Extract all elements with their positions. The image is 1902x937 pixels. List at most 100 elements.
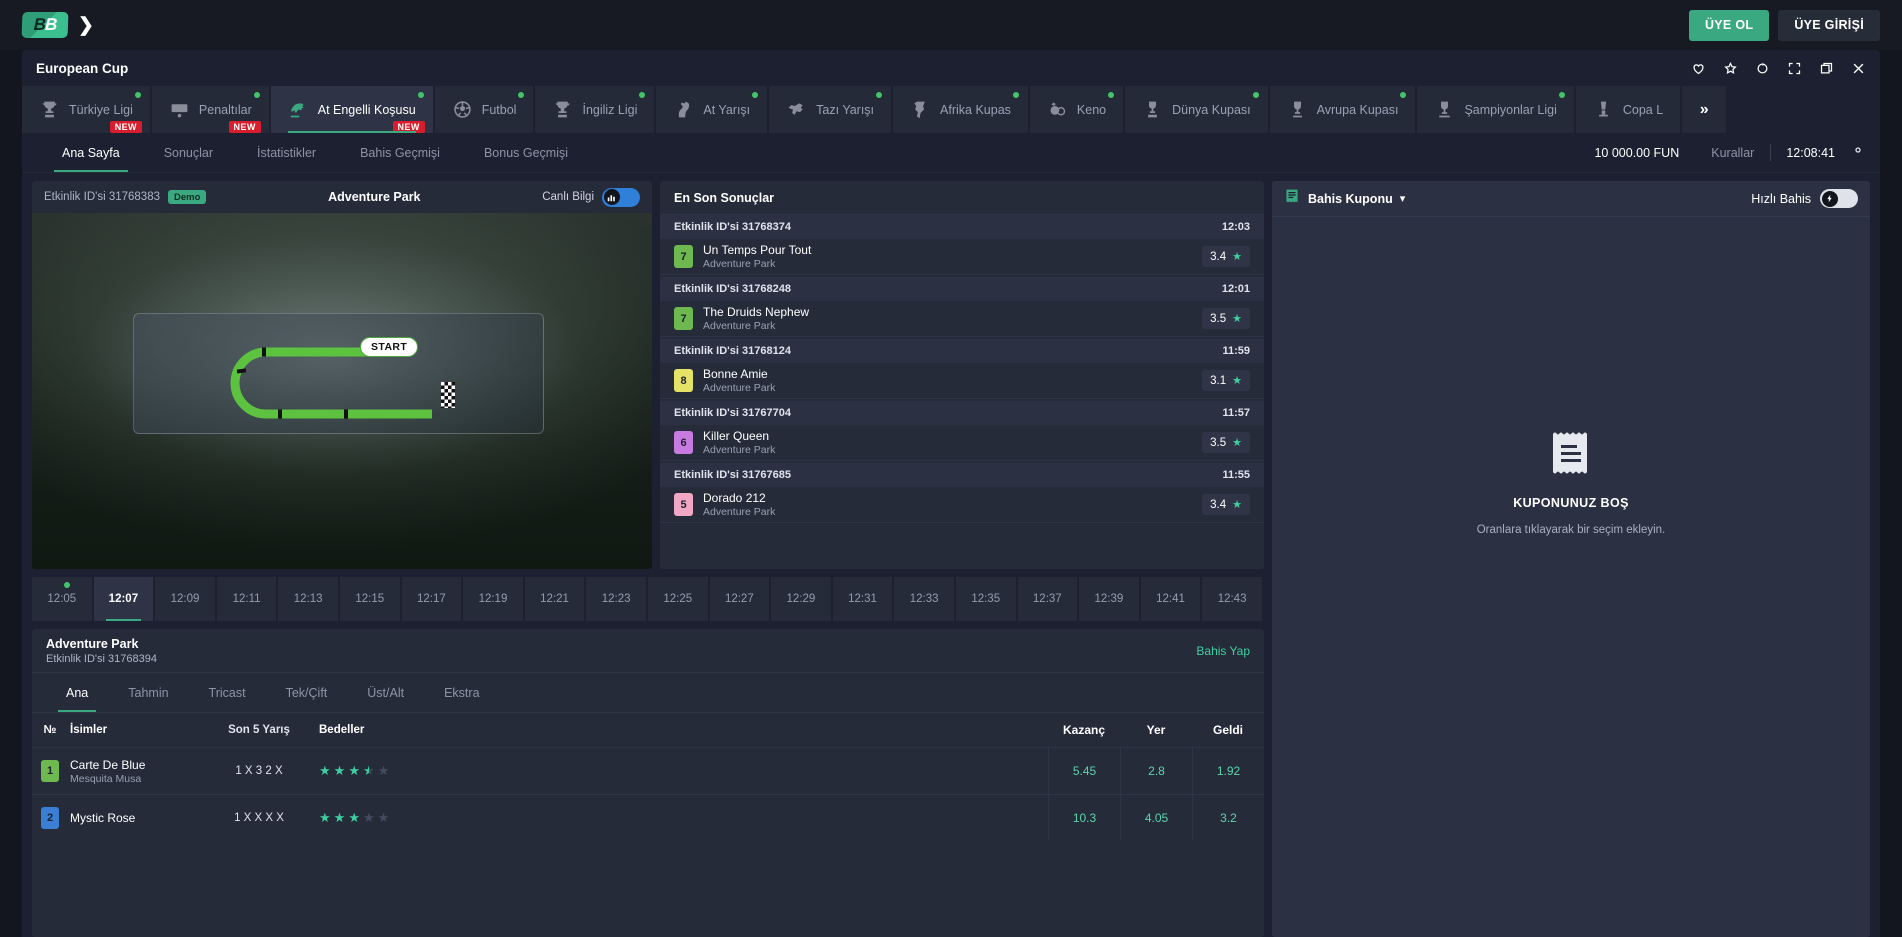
sport-tab-penalt-lar[interactable]: Penaltılar NEW xyxy=(151,86,269,133)
odds-place-button[interactable]: 4.05 xyxy=(1120,795,1192,841)
timeline-slot[interactable]: 12:25 xyxy=(647,577,708,621)
bet-slip-empty-state: KUPONUNUZ BOŞ Oranlara tıklayarak bir se… xyxy=(1272,217,1870,937)
odds-chip[interactable]: 3.4 ★ xyxy=(1202,246,1250,267)
tab-i-statistikler[interactable]: İstatistikler xyxy=(235,133,338,172)
refresh-icon[interactable] xyxy=(1755,61,1770,76)
live-info-toggle[interactable] xyxy=(602,187,641,207)
close-icon[interactable] xyxy=(1851,61,1866,76)
odds-chip[interactable]: 3.4 ★ xyxy=(1202,494,1250,515)
timeline-time: 12:43 xyxy=(1217,593,1247,605)
timeline-slot[interactable]: 12:43 xyxy=(1202,577,1262,621)
new-badge: NEW xyxy=(109,121,142,133)
race-card-title: Adventure Park xyxy=(46,636,139,651)
star-icon[interactable] xyxy=(1723,61,1738,76)
race-card-tab-ana[interactable]: Ana xyxy=(46,673,108,712)
race-card-tab-tek-ift[interactable]: Tek/Çift xyxy=(266,673,348,712)
odds-chip[interactable]: 3.5 ★ xyxy=(1202,308,1250,329)
tab-ana-sayfa[interactable]: Ana Sayfa xyxy=(40,133,142,172)
race-video-stream[interactable]: START xyxy=(32,213,652,569)
timeline-slot[interactable]: 12:27 xyxy=(709,577,770,621)
table-header-row: № İsimler Son 5 Yarış Bedeller Kazanç Ye… xyxy=(32,713,1264,747)
timeline-slot[interactable]: 12:19 xyxy=(463,577,523,621)
sport-tab-afrika-kupas[interactable]: Afrika Kupas xyxy=(893,86,1028,133)
runner-track: Adventure Park xyxy=(703,258,776,270)
odds-chip[interactable]: 3.1 ★ xyxy=(1202,370,1250,391)
race-card-tab-st-alt[interactable]: Üst/Alt xyxy=(347,673,424,712)
timeline-time: 12:29 xyxy=(786,593,816,605)
timeline-slot[interactable]: 12:21 xyxy=(524,577,585,621)
rules-link[interactable]: Kurallar xyxy=(1695,146,1770,160)
goal-icon xyxy=(169,99,190,120)
sport-tab-ampiyonlar-ligi[interactable]: Şampiyonlar Ligi xyxy=(1417,86,1574,133)
sport-tab-i-ngiliz-ligi[interactable]: İngiliz Ligi xyxy=(535,86,655,133)
sport-tabs-next-icon[interactable]: » xyxy=(1682,86,1727,133)
live-info-toggle-group: Canlı Bilgi xyxy=(542,187,641,207)
timeline-slot[interactable]: 12:11 xyxy=(216,577,277,621)
race-card-tab-tahmin[interactable]: Tahmin xyxy=(108,673,188,712)
race-card-table: № İsimler Son 5 Yarış Bedeller Kazanç Ye… xyxy=(32,713,1264,937)
sport-tab-avrupa-kupas[interactable]: Avrupa Kupası xyxy=(1269,86,1416,133)
odds-came-button[interactable]: 3.2 xyxy=(1192,795,1264,841)
odds-chip[interactable]: 3.5 ★ xyxy=(1202,432,1250,453)
heart-icon[interactable] xyxy=(1691,61,1706,76)
place-bet-link[interactable]: Bahis Yap xyxy=(1196,644,1250,658)
login-button[interactable]: ÜYE GİRİŞİ xyxy=(1778,9,1880,41)
live-dot-indicator xyxy=(417,92,424,98)
tab-bahis-ge-mi-i[interactable]: Bahis Geçmişi xyxy=(338,133,462,172)
table-row[interactable]: 2 Mystic Rose 1 X X X X ★ ★ ★ ★ ★ 10.3 4.05 … xyxy=(32,794,1264,841)
odds-win-button[interactable]: 10.3 xyxy=(1048,795,1120,841)
tab-sonu-lar[interactable]: Sonuçlar xyxy=(142,133,235,172)
chevron-right-icon[interactable]: ❯ xyxy=(78,14,94,37)
sport-tab-keno[interactable]: Keno xyxy=(1029,86,1124,133)
timeline-slot[interactable]: 12:37 xyxy=(1017,577,1078,621)
chevron-down-icon[interactable]: ▾ xyxy=(1400,192,1406,205)
col-header-win: Kazanç xyxy=(1062,723,1106,737)
timeline-time: 12:07 xyxy=(108,593,139,605)
signup-button[interactable]: ÜYE OL xyxy=(1688,9,1770,41)
runner-name: The Druids Nephew xyxy=(703,305,810,319)
timeline-slot[interactable]: 12:41 xyxy=(1140,577,1201,621)
bet-slip-header: Bahis Kuponu ▾ Hızlı Bahis xyxy=(1272,181,1870,217)
result-row[interactable]: 7 Un Temps Pour Tout Adventure Park 3.4 … xyxy=(660,239,1264,275)
odds-place-button[interactable]: 2.8 xyxy=(1120,748,1192,794)
timeline-slot[interactable]: 12:35 xyxy=(955,577,1016,621)
result-row[interactable]: 6 Killer Queen Adventure Park 3.5 ★ xyxy=(660,425,1264,461)
odds-came-button[interactable]: 1.92 xyxy=(1192,748,1264,794)
sport-tab-t-rkiye-ligi[interactable]: Türkiye Ligi NEW xyxy=(22,86,150,133)
sport-tab-at-yar[interactable]: At Yarışı xyxy=(656,86,768,133)
live-dot-indicator xyxy=(253,92,260,98)
timeline-slot[interactable]: 12:23 xyxy=(586,577,646,621)
timeline-slot[interactable]: 12:09 xyxy=(155,577,215,621)
rating-star: ★ xyxy=(319,810,331,825)
timeline-slot[interactable]: 12:31 xyxy=(832,577,893,621)
sport-tab-taz-yar[interactable]: Tazı Yarışı xyxy=(769,86,892,133)
timeline-slot[interactable]: 12:07 xyxy=(93,577,154,621)
result-row[interactable]: 5 Dorado 212 Adventure Park 3.4 ★ xyxy=(660,487,1264,523)
timeline-slot[interactable]: 12:13 xyxy=(278,577,338,621)
timeline-slot[interactable]: 12:05 xyxy=(32,577,92,621)
timeline-time: 12:13 xyxy=(293,593,323,605)
timeline-slot[interactable]: 12:17 xyxy=(401,577,462,621)
window-icon[interactable] xyxy=(1819,61,1834,76)
odds-win-button[interactable]: 5.45 xyxy=(1048,748,1120,794)
race-card-tab-ekstra[interactable]: Ekstra xyxy=(424,673,499,712)
quick-bet-toggle[interactable] xyxy=(1820,189,1858,208)
sport-tab-at-engelli-ko-usu[interactable]: At Engelli Koşusu NEW xyxy=(270,86,433,133)
tab-bonus-ge-mi-i[interactable]: Bonus Geçmişi xyxy=(462,133,590,172)
race-card-tab-tricast[interactable]: Tricast xyxy=(189,673,266,712)
sport-tab-copa-l[interactable]: Copa L xyxy=(1575,86,1681,133)
sport-tab-futbol[interactable]: Futbol xyxy=(434,86,534,133)
timeline-slot[interactable]: 12:33 xyxy=(894,577,954,621)
result-row[interactable]: 8 Bonne Amie Adventure Park 3.1 ★ xyxy=(660,363,1264,399)
timeline-slot[interactable]: 12:15 xyxy=(339,577,400,621)
brand-logo[interactable]: BB ❯ xyxy=(21,12,94,38)
timeline-slot[interactable]: 12:29 xyxy=(771,577,831,621)
chart-bars-icon xyxy=(603,189,620,205)
video-panel-header: Etkinlik ID'si 31768383 Demo Adventure P… xyxy=(32,181,652,213)
result-row[interactable]: 7 The Druids Nephew Adventure Park 3.5 ★ xyxy=(660,301,1264,337)
table-row[interactable]: 1 Carte De Blue Mesquita Musa 1 X 3 2 X … xyxy=(32,747,1264,794)
gear-icon[interactable] xyxy=(1850,142,1866,163)
sport-tab-d-nya-kupas[interactable]: Dünya Kupası xyxy=(1125,86,1268,133)
timeline-slot[interactable]: 12:39 xyxy=(1079,577,1139,621)
fullscreen-icon[interactable] xyxy=(1787,61,1802,76)
